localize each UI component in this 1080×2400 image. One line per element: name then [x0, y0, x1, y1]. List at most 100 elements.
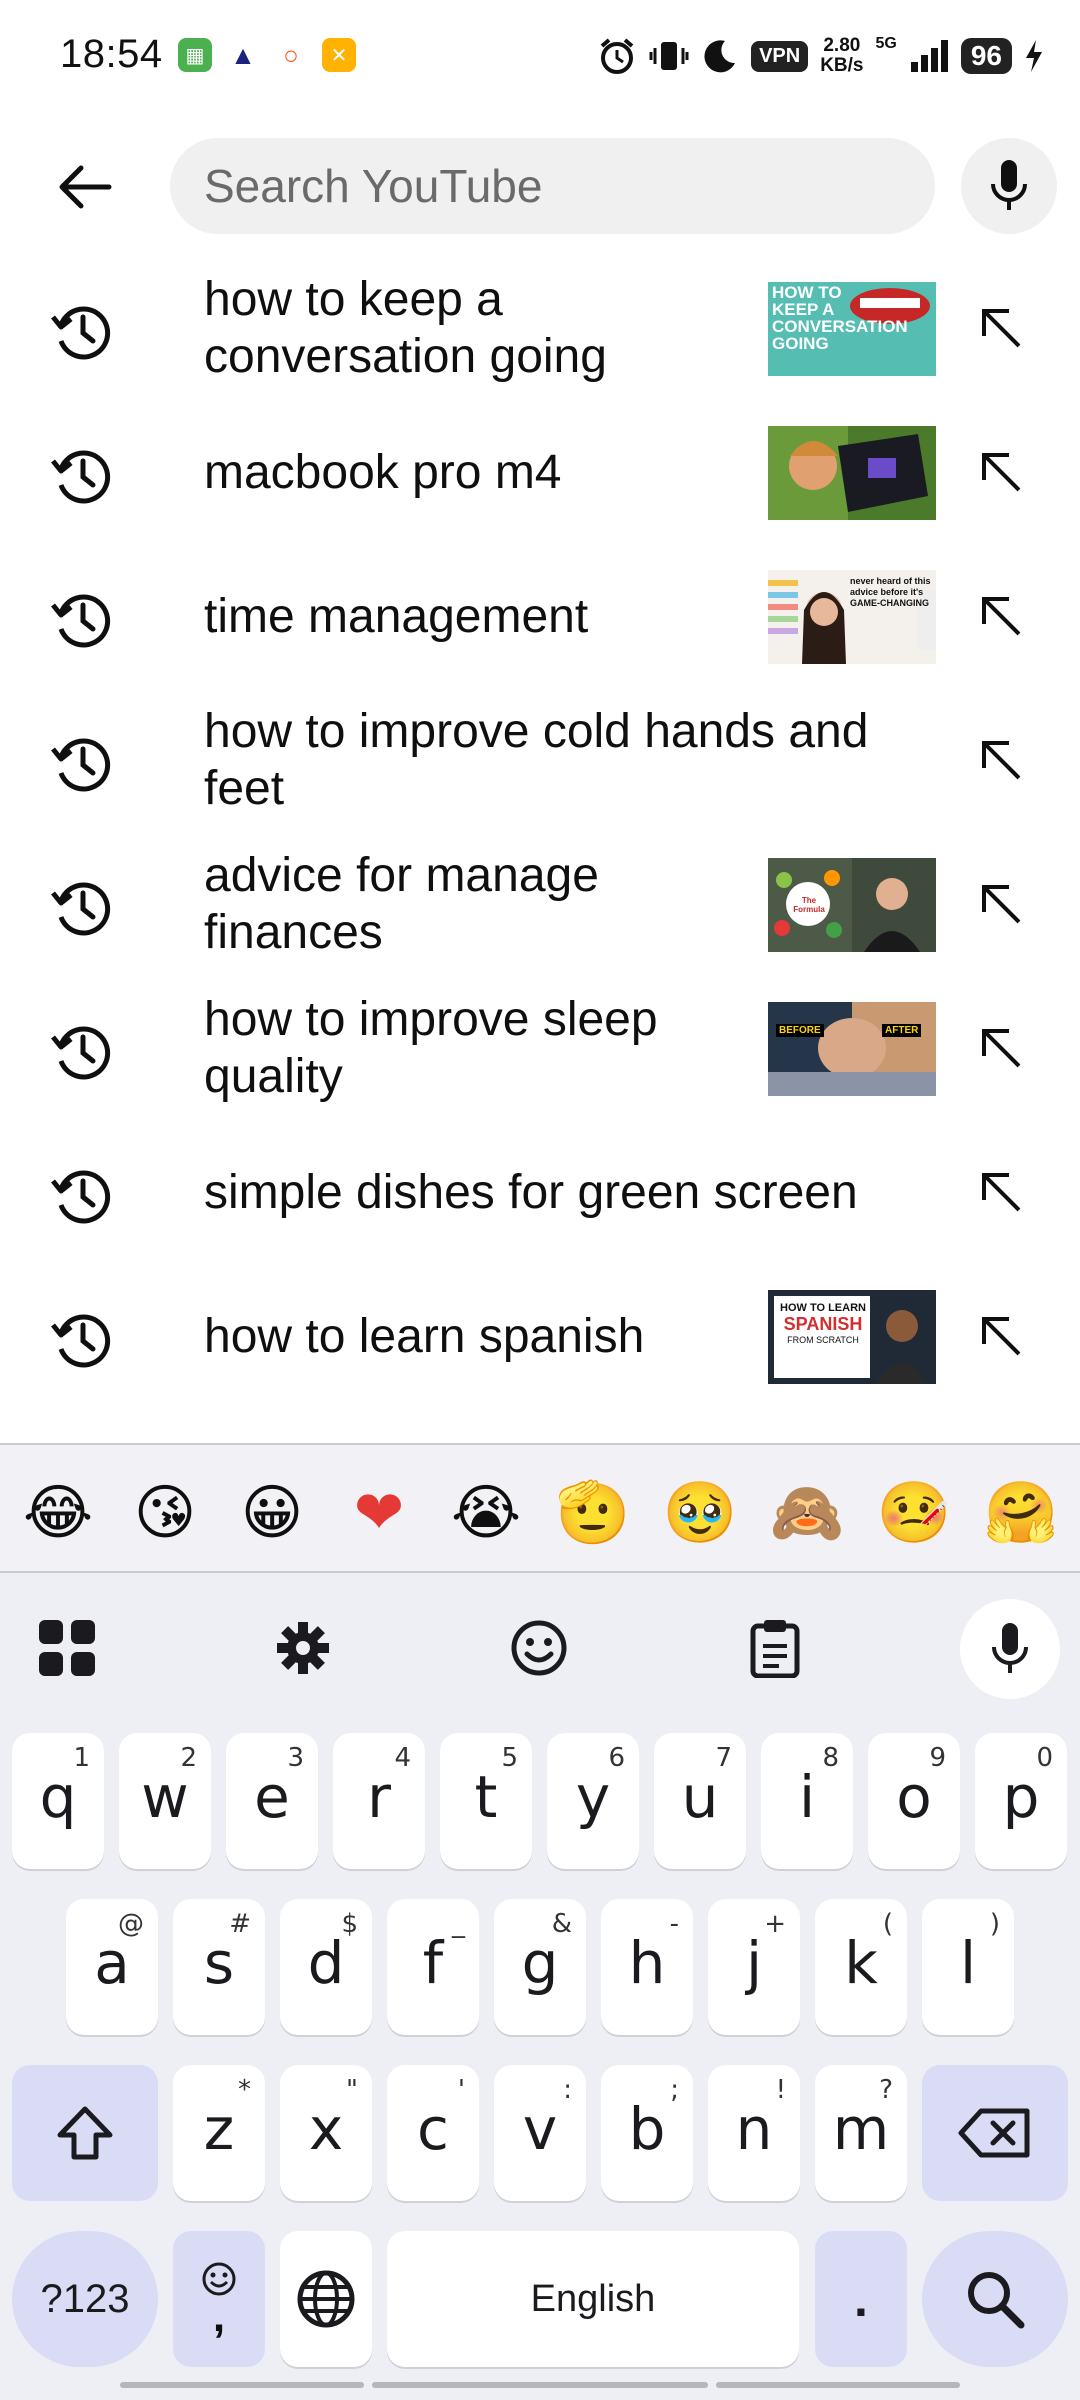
key-d[interactable]: $ d: [280, 1899, 372, 2035]
key-j[interactable]: + j: [708, 1899, 800, 2035]
key-m[interactable]: ? m: [815, 2065, 907, 2201]
symbols-key[interactable]: ?123: [12, 2231, 158, 2367]
suggestion-thumbnail: [768, 426, 936, 520]
suggestion-item[interactable]: how to learn spanish HOW TO LEARN SPANIS…: [0, 1264, 1080, 1408]
key-p[interactable]: 0p: [975, 1733, 1067, 1869]
emoji-suggestion[interactable]: 😭: [446, 1473, 526, 1553]
fill-query-button[interactable]: [966, 1298, 1036, 1374]
key-i[interactable]: 8i: [761, 1733, 853, 1869]
key-label: w: [141, 1763, 189, 1831]
search-box[interactable]: [170, 138, 935, 234]
emoji-suggestion[interactable]: ❤: [339, 1473, 419, 1553]
suggestion-item[interactable]: advice for manage finances The Formula: [0, 832, 1080, 976]
key-label: y: [575, 1763, 611, 1831]
nav-handle[interactable]: [372, 2382, 708, 2388]
key-h[interactable]: -h: [601, 1899, 693, 2035]
suggestion-item[interactable]: macbook pro m4: [0, 400, 1080, 544]
fill-query-button[interactable]: [966, 866, 1036, 942]
key-n[interactable]: ! n: [708, 2065, 800, 2201]
language-key[interactable]: [280, 2231, 372, 2367]
fill-query-button[interactable]: [966, 434, 1036, 510]
fill-query-button[interactable]: [966, 290, 1036, 366]
key-a[interactable]: @ a: [66, 1899, 158, 2035]
search-header: [0, 130, 1080, 240]
gear-icon: [277, 1622, 329, 1674]
key-u[interactable]: 7u: [654, 1733, 746, 1869]
globe-icon: [297, 2270, 355, 2328]
comma-emoji-key[interactable]: ,: [173, 2231, 265, 2367]
key-label: n: [735, 2095, 773, 2163]
emoji-suggestion[interactable]: 😘: [125, 1473, 205, 1553]
key-e[interactable]: 3e: [226, 1733, 318, 1869]
key-c[interactable]: ' c: [387, 2065, 479, 2201]
key-o[interactable]: 9o: [868, 1733, 960, 1869]
key-t[interactable]: 5t: [440, 1733, 532, 1869]
suggestion-thumbnail: HOW TO LEARN SPANISH FROM SCRATCH: [768, 1290, 936, 1384]
key-label: m: [832, 2095, 890, 2163]
emoji-suggestion[interactable]: 🤒: [874, 1473, 954, 1553]
key-l[interactable]: ) l: [922, 1899, 1014, 2035]
suggestion-text: how to learn spanish: [204, 1309, 645, 1363]
network-type: 5G: [875, 35, 897, 52]
space-bar[interactable]: English: [387, 2231, 799, 2367]
search-action-key[interactable]: [922, 2231, 1068, 2367]
fill-query-button[interactable]: [966, 722, 1036, 798]
emoji-suggestion[interactable]: 🥹: [660, 1473, 740, 1553]
key-s[interactable]: # s: [173, 1899, 265, 2035]
backspace-key[interactable]: [922, 2065, 1068, 2201]
key-label: r: [367, 1763, 391, 1831]
key-x[interactable]: " x: [280, 2065, 372, 2201]
suggestion-item[interactable]: time management never heard of this advi…: [0, 544, 1080, 688]
search-input[interactable]: [204, 160, 904, 212]
fill-query-button[interactable]: [966, 578, 1036, 654]
emoji-keyboard-button[interactable]: [494, 1603, 584, 1693]
search-icon: [968, 2272, 1025, 2329]
fill-query-button[interactable]: [966, 1010, 1036, 1086]
backspace-icon: [958, 2108, 1030, 2158]
settings-button[interactable]: [258, 1603, 348, 1693]
speed-value: 2.80: [823, 35, 861, 56]
suggestion-item[interactable]: how to keep a conversation going HOW TO …: [0, 256, 1080, 400]
suggestion-item[interactable]: how to improve cold hands and feet: [0, 688, 1080, 832]
suggestion-text: how to improve cold hands and feet: [204, 705, 869, 815]
key-label: q: [39, 1763, 77, 1831]
key-label: h: [628, 1929, 666, 1997]
emoji-suggestion[interactable]: 🤗: [981, 1473, 1061, 1553]
emoji-suggestion[interactable]: 🫡: [553, 1473, 633, 1553]
arrow-up-left-icon: [982, 741, 1021, 780]
suggestion-item[interactable]: simple dishes for green screen: [0, 1120, 1080, 1264]
thumbnail-caption: HOW TO LEARN SPANISH FROM SCRATCH: [778, 1302, 868, 1345]
period-key[interactable]: .: [815, 2231, 907, 2367]
key-q[interactable]: 1q: [12, 1733, 104, 1869]
key-k[interactable]: (k: [815, 1899, 907, 2035]
key-v[interactable]: :v: [494, 2065, 586, 2201]
key-label: j: [745, 1929, 763, 1997]
suggestion-thumbnail: HOW TO KEEP A CONVERSATION GOING: [768, 282, 936, 376]
nav-handle-right: [716, 2382, 960, 2388]
emoji-suggestion[interactable]: 🙈: [767, 1473, 847, 1553]
key-b[interactable]: ; b: [601, 2065, 693, 2201]
suggestion-item[interactable]: how to improve sleep quality BEFORE AFTE…: [0, 976, 1080, 1120]
suggestion-text: time management: [204, 589, 589, 643]
clipboard-button[interactable]: [730, 1603, 820, 1693]
key-z[interactable]: * z: [173, 2065, 265, 2201]
emoji-suggestion[interactable]: 😀: [232, 1473, 312, 1553]
emoji-suggestion[interactable]: 😂: [18, 1473, 98, 1553]
keyboard: 😂 😘 😀 ❤ 😭 🫡 🥹 🙈 🤒 🤗 1 q 2 w 3 e 4 r 5 t …: [0, 1443, 1080, 2400]
arrow-up-left-icon: [982, 597, 1021, 636]
keyboard-toolbar: [0, 1589, 1080, 1705]
shift-key[interactable]: [12, 2065, 158, 2201]
clipboard-icon: [750, 1620, 800, 1678]
key-g[interactable]: & g: [494, 1899, 586, 2035]
key-f[interactable]: _ f: [387, 1899, 479, 2035]
back-button[interactable]: [40, 152, 130, 222]
fill-query-button[interactable]: [966, 1154, 1036, 1230]
history-icon: [44, 870, 120, 946]
key-y[interactable]: 6y: [547, 1733, 639, 1869]
keyboard-voice-button[interactable]: [960, 1599, 1060, 1699]
key-w[interactable]: 2w: [119, 1733, 211, 1869]
voice-search-button[interactable]: [961, 138, 1057, 234]
apps-grid-button[interactable]: [22, 1603, 112, 1693]
key-r[interactable]: 4r: [333, 1733, 425, 1869]
arrow-up-left-icon: [982, 1173, 1021, 1212]
